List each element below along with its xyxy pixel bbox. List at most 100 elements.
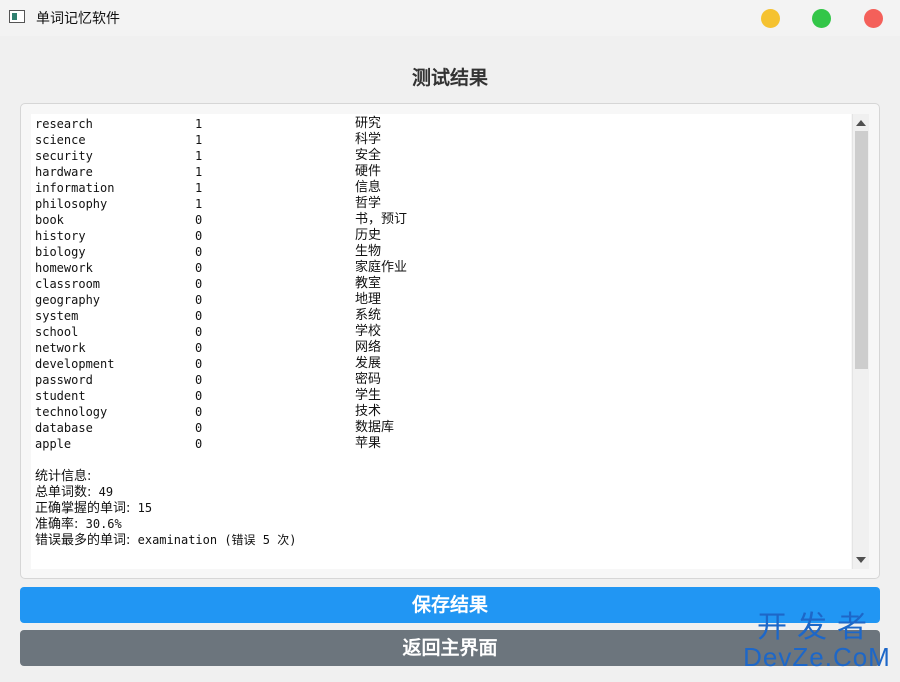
meaning-cell: 安全 (355, 148, 382, 163)
most-wrong-label: 错误最多的单词: (35, 533, 131, 548)
word-cell: hardware (35, 165, 93, 179)
accuracy-value: 30.6% (85, 517, 122, 531)
meaning-cell: 书，预订 (355, 212, 408, 227)
word-cell: school (35, 325, 79, 339)
word-cell: database (35, 421, 93, 435)
correct-count-cell: 0 (195, 229, 203, 243)
correct-count-cell: 0 (195, 277, 203, 291)
minimize-button[interactable] (761, 9, 780, 28)
correct-words-value: 15 (137, 501, 153, 515)
word-cell: information (35, 181, 115, 195)
correct-count-cell: 1 (195, 149, 203, 163)
watermark-logo: 开发者 DevZe.CoM (742, 611, 892, 671)
result-row: system 0 系统 (35, 308, 381, 324)
vertical-scrollbar[interactable] (852, 114, 869, 569)
correct-count-cell: 1 (195, 165, 203, 179)
title-bar: 单词记忆软件 (0, 0, 900, 36)
app-window-icon (9, 10, 25, 23)
correct-count-cell: 0 (195, 325, 203, 339)
word-cell: research (35, 117, 93, 131)
correct-count-cell: 1 (195, 197, 203, 211)
word-cell: history (35, 229, 86, 243)
result-row: hardware 1 硬件 (35, 164, 381, 180)
meaning-cell: 科学 (355, 132, 382, 147)
result-row: research 1 研究 (35, 116, 381, 132)
meaning-cell: 苹果 (355, 436, 382, 451)
meaning-cell: 网络 (355, 340, 382, 355)
correct-words-label: 正确掌握的单词: (35, 501, 131, 516)
word-cell: student (35, 389, 86, 403)
meaning-cell: 生物 (355, 244, 382, 259)
word-cell: technology (35, 405, 108, 419)
meaning-cell: 学校 (355, 324, 382, 339)
meaning-cell: 地理 (355, 292, 382, 307)
result-row: security 1 安全 (35, 148, 381, 164)
correct-count-cell: 0 (195, 389, 203, 403)
result-row: apple 0 苹果 (35, 436, 381, 452)
result-row: history 0 历史 (35, 228, 381, 244)
close-button[interactable] (864, 9, 883, 28)
results-text-area[interactable]: research 1 研究 science 1 科学 security 1 安全 hardware… (31, 114, 851, 569)
meaning-cell: 硬件 (355, 164, 382, 179)
result-row: development 0 发展 (35, 356, 381, 372)
result-row: technology 0 技术 (35, 404, 381, 420)
correct-count-cell: 1 (195, 117, 203, 131)
result-row: biology 0 生物 (35, 244, 381, 260)
result-row: classroom 0 教室 (35, 276, 381, 292)
correct-count-cell: 1 (195, 181, 203, 195)
total-words-value: 49 (98, 485, 114, 499)
word-cell: philosophy (35, 197, 108, 211)
correct-count-cell: 0 (195, 261, 203, 275)
page-title: 测试结果 (411, 67, 488, 89)
correct-count-cell: 0 (195, 245, 203, 259)
word-cell: homework (35, 261, 93, 275)
word-cell: system (35, 309, 79, 323)
stats-block: 统计信息: 总单词数: 49 正确掌握的单词: 15 准确率: 30.6% 错误… (35, 468, 296, 548)
result-row: database 0 数据库 (35, 420, 394, 436)
arrow-up-icon[interactable] (856, 120, 866, 126)
word-cell: password (35, 373, 93, 387)
word-cell: science (35, 133, 86, 147)
correct-count-cell: 0 (195, 309, 203, 323)
meaning-cell: 技术 (355, 404, 382, 419)
word-cell: network (35, 341, 86, 355)
meaning-cell: 教室 (355, 276, 382, 291)
correct-count-cell: 0 (195, 437, 203, 451)
most-wrong-value: examination (错误 5 次) (137, 533, 297, 547)
meaning-cell: 历史 (355, 228, 382, 243)
scrollbar-thumb[interactable] (855, 131, 868, 369)
correct-count-cell: 0 (195, 341, 203, 355)
correct-count-cell: 0 (195, 293, 203, 307)
word-cell: geography (35, 293, 101, 307)
result-row: homework 0 家庭作业 (35, 260, 407, 276)
meaning-cell: 学生 (355, 388, 382, 403)
arrow-down-icon[interactable] (856, 557, 866, 563)
meaning-cell: 家庭作业 (355, 260, 408, 275)
stats-title: 统计信息: (35, 469, 92, 484)
result-row: school 0 学校 (35, 324, 381, 340)
result-row: information 1 信息 (35, 180, 381, 196)
correct-count-cell: 0 (195, 357, 203, 371)
result-row: science 1 科学 (35, 132, 381, 148)
word-cell: book (35, 213, 64, 227)
result-row: network 0 网络 (35, 340, 381, 356)
accuracy-label: 准确率: (35, 517, 79, 532)
correct-count-cell: 0 (195, 405, 203, 419)
meaning-cell: 信息 (355, 180, 382, 195)
word-cell: biology (35, 245, 86, 259)
correct-count-cell: 0 (195, 213, 203, 227)
result-row: philosophy 1 哲学 (35, 196, 381, 212)
meaning-cell: 数据库 (355, 420, 395, 435)
correct-count-cell: 0 (195, 421, 203, 435)
word-cell: development (35, 357, 115, 371)
window-title: 单词记忆软件 (36, 11, 120, 27)
watermark-cn: 开发者 (757, 611, 877, 644)
meaning-cell: 系统 (355, 308, 382, 323)
word-cell: apple (35, 437, 72, 451)
result-row: geography 0 地理 (35, 292, 381, 308)
result-row: password 0 密码 (35, 372, 381, 388)
meaning-cell: 研究 (355, 116, 382, 131)
correct-count-cell: 0 (195, 373, 203, 387)
meaning-cell: 密码 (355, 372, 382, 387)
maximize-button[interactable] (812, 9, 831, 28)
